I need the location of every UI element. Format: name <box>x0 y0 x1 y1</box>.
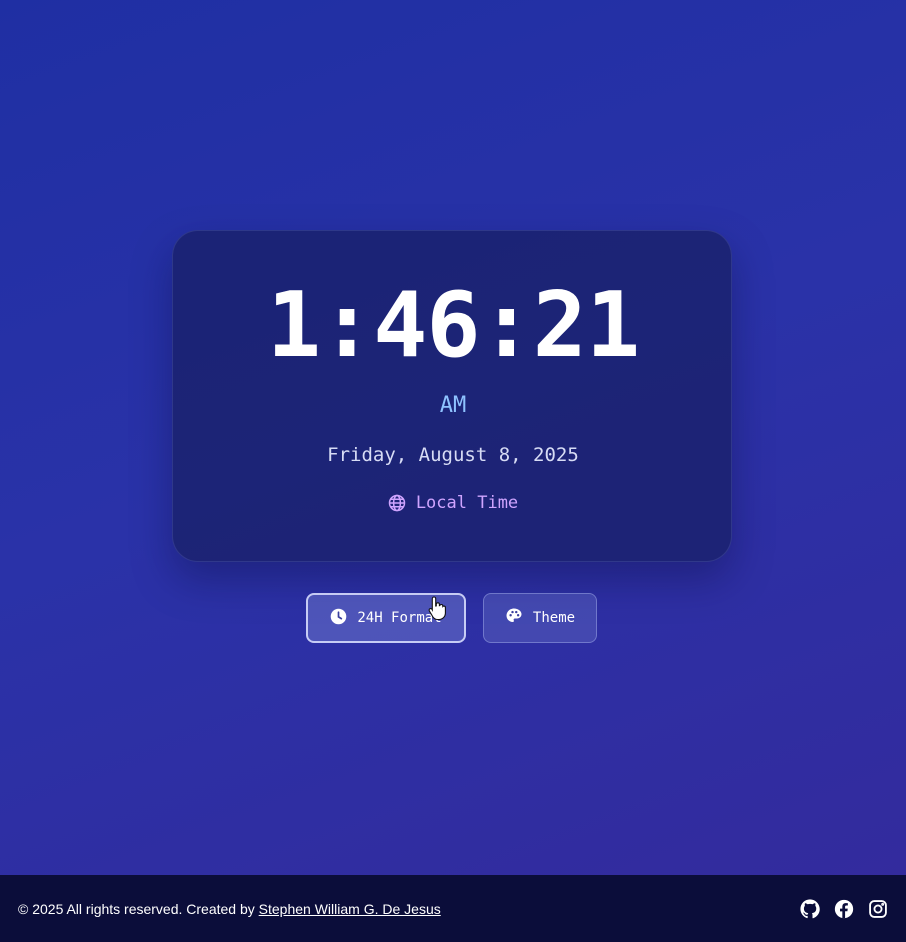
timezone-indicator: Local Time <box>0 492 906 514</box>
copyright-text: © 2025 All rights reserved. Created by <box>18 900 259 917</box>
footer-copyright: © 2025 All rights reserved. Created by S… <box>18 901 441 917</box>
timezone-label: Local Time <box>415 493 519 513</box>
footer: © 2025 All rights reserved. Created by S… <box>0 875 906 942</box>
palette-icon <box>505 607 523 629</box>
theme-button[interactable]: Theme <box>483 593 597 643</box>
format-toggle-button[interactable]: 24H Format <box>306 593 466 643</box>
github-icon[interactable] <box>800 898 820 919</box>
format-button-label: 24H Format <box>357 610 442 626</box>
clock-icon <box>330 608 347 629</box>
author-link[interactable]: Stephen William G. De Jesus <box>259 901 441 917</box>
globe-icon <box>388 494 406 512</box>
clock-date: Friday, August 8, 2025 <box>327 444 579 466</box>
facebook-icon[interactable] <box>834 899 854 919</box>
clock-time: 1:46:21 <box>266 273 640 378</box>
social-links <box>800 898 888 919</box>
clock-period: AM <box>439 393 467 418</box>
theme-button-label: Theme <box>532 610 576 626</box>
instagram-icon[interactable] <box>868 899 888 919</box>
clock-page: 1:46:21 AM Friday, August 8, 2025 Local … <box>0 0 906 875</box>
